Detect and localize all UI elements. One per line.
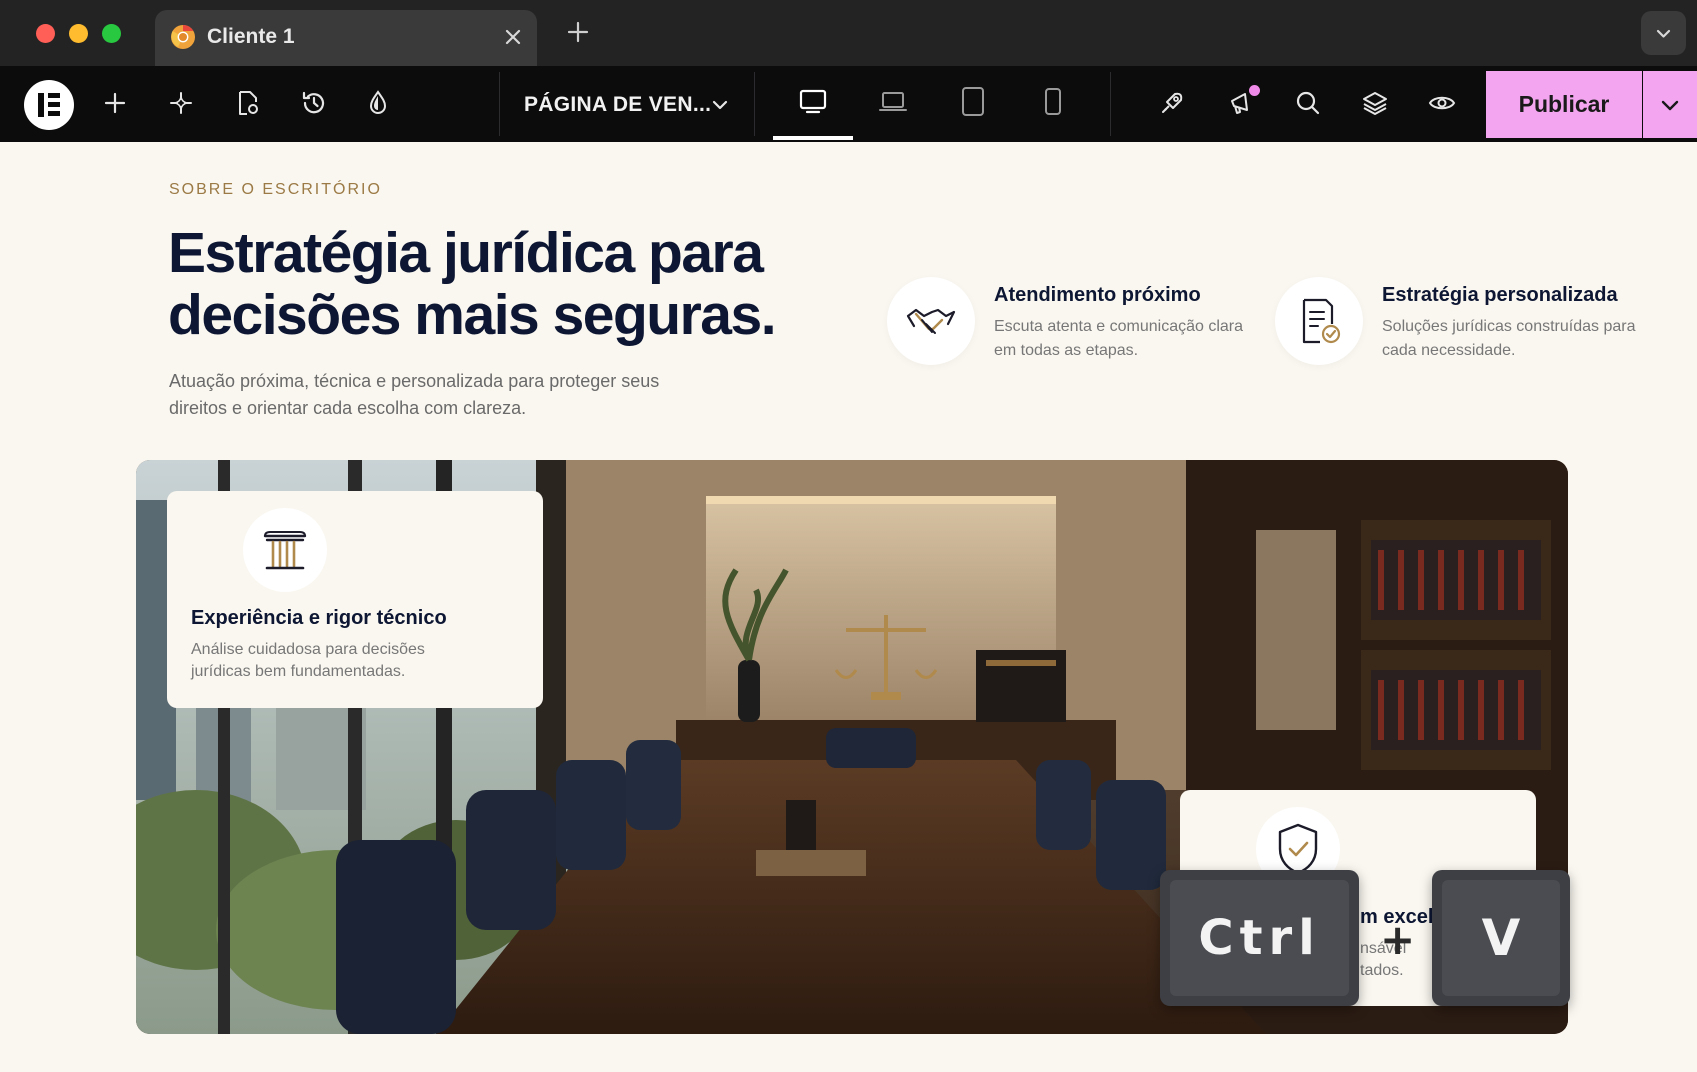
- chrome-icon: [171, 24, 195, 49]
- info-card-experiencia: Experiência e rigor técnico Análise cuid…: [167, 491, 543, 708]
- chevron-down-icon: [1656, 29, 1671, 38]
- handshake-icon: [906, 308, 956, 334]
- ctrl-key-label: Ctrl: [1170, 880, 1349, 996]
- feature-atendimento: Atendimento próximo Escuta atenta e comu…: [887, 272, 1277, 372]
- tab-title: Cliente 1: [207, 25, 295, 48]
- card-description: Análise cuidadosa para decisões jurídica…: [191, 641, 425, 680]
- page-selector[interactable]: PÁGINA DE VEN...: [524, 93, 711, 117]
- v-key-overlay: V: [1432, 870, 1570, 1006]
- chevron-down-icon: [1661, 100, 1679, 111]
- site-style-drop-icon[interactable]: [363, 88, 393, 118]
- page-settings-icon[interactable]: [233, 88, 263, 118]
- feature-description: Soluções jurídicas construídas para cada…: [1382, 318, 1636, 359]
- ai-sparkle-icon[interactable]: [166, 88, 196, 118]
- close-icon[interactable]: [503, 27, 523, 47]
- new-tab-icon[interactable]: [567, 21, 589, 43]
- notification-badge: [1249, 85, 1260, 96]
- history-icon[interactable]: [299, 88, 329, 118]
- section-headline: Estratégia jurídica para decisões mais s…: [168, 221, 777, 347]
- close-window-button[interactable]: [36, 24, 55, 43]
- section-lead: Atuação próxima, técnica e personalizada…: [169, 371, 660, 418]
- chevron-down-icon[interactable]: [709, 94, 731, 116]
- active-device-indicator: [773, 136, 853, 140]
- ctrl-key-overlay: Ctrl: [1160, 870, 1359, 1006]
- desktop-view-icon[interactable]: [798, 86, 828, 116]
- maximize-window-button[interactable]: [102, 24, 121, 43]
- mobile-view-icon[interactable]: [1038, 86, 1068, 116]
- layers-icon[interactable]: [1360, 88, 1390, 118]
- laptop-view-icon[interactable]: [878, 86, 908, 116]
- document-check-icon: [1302, 298, 1341, 344]
- feature-estrategia: Estratégia personalizada Soluções jurídi…: [1275, 272, 1665, 372]
- column-icon: [263, 531, 307, 570]
- rocket-icon[interactable]: [1157, 88, 1187, 118]
- v-key-label: V: [1442, 880, 1560, 996]
- publish-button[interactable]: Publicar: [1486, 71, 1642, 138]
- publish-options-button[interactable]: [1643, 71, 1697, 138]
- tab-search-button[interactable]: [1641, 11, 1686, 55]
- preview-eye-icon[interactable]: [1427, 88, 1457, 118]
- browser-tab-bar: Cliente 1: [0, 0, 1697, 66]
- add-element-icon[interactable]: [100, 88, 130, 118]
- card-title: Experiência e rigor técnico: [191, 607, 447, 629]
- browser-tab-cliente[interactable]: Cliente 1: [155, 10, 537, 66]
- elementor-logo-button[interactable]: [24, 80, 74, 130]
- plus-sign: +: [1380, 915, 1416, 964]
- feature-description: Escuta atenta e comunicação clara em tod…: [994, 318, 1244, 359]
- search-icon[interactable]: [1293, 88, 1323, 118]
- section-eyebrow: SOBRE O ESCRITÓRIO: [169, 181, 382, 198]
- feature-title: Atendimento próximo: [994, 284, 1201, 306]
- tablet-view-icon[interactable]: [958, 86, 988, 116]
- editor-toolbar: PÁGINA DE VEN... Publicar: [0, 66, 1697, 142]
- minimize-window-button[interactable]: [69, 24, 88, 43]
- feature-title: Estratégia personalizada: [1382, 284, 1618, 306]
